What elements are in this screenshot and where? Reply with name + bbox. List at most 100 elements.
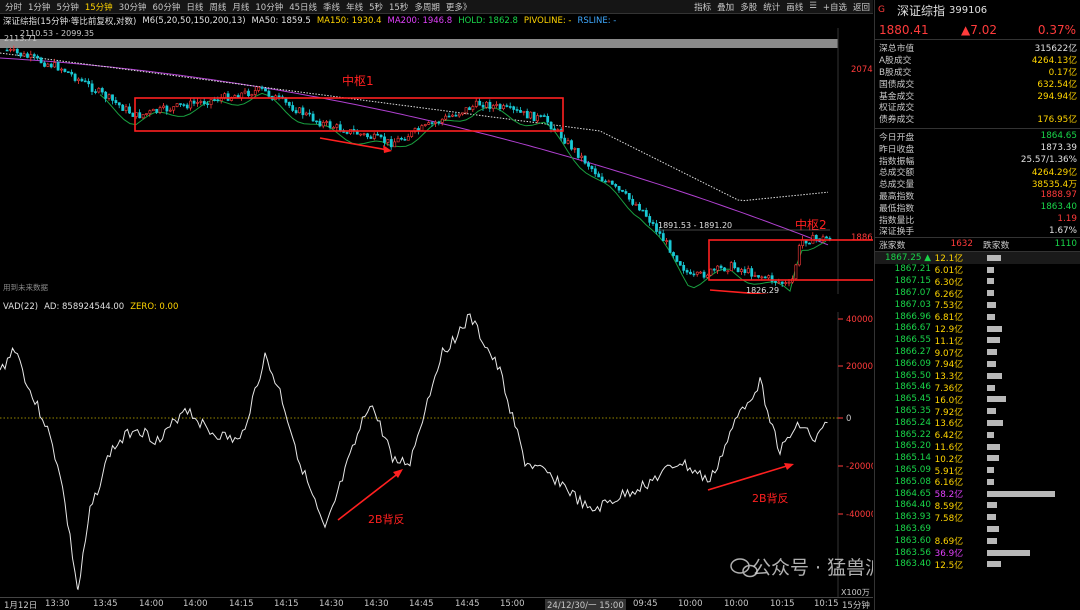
tick-row[interactable]: 1863.56 36.9亿 bbox=[875, 547, 1080, 559]
tick-row[interactable]: 1867.03 7.53亿 bbox=[875, 299, 1080, 311]
tool-button-3[interactable]: 统计 bbox=[760, 1, 783, 13]
period-tab-9[interactable]: 10分钟 bbox=[252, 1, 286, 13]
tick-row[interactable]: 1866.27 9.07亿 bbox=[875, 346, 1080, 359]
candle-body bbox=[209, 99, 213, 105]
tick-row[interactable]: 1867.25 ▲ 12.1亿 bbox=[875, 251, 1080, 264]
tick-row[interactable]: 1866.96 6.81亿 bbox=[875, 311, 1080, 323]
candle-body bbox=[386, 139, 390, 143]
tick-row[interactable]: 1866.55 11.1亿 bbox=[875, 334, 1080, 347]
candle-body bbox=[682, 264, 686, 271]
period-toolbar: 分时 1分钟 5分钟 15分钟 30分钟 60分钟 日线 周线 月线 10分钟 45日线 季线 年线 5秒… bbox=[0, 0, 873, 14]
tick-volume-bar bbox=[987, 502, 997, 509]
period-tab-11[interactable]: 季线 bbox=[320, 1, 343, 13]
candle-body bbox=[250, 94, 254, 97]
tick-row[interactable]: 1863.60 8.69亿 bbox=[875, 535, 1080, 547]
vad-chart[interactable]: 40000200000-20000-40000 X100万 2B背反 2B背反 … bbox=[0, 312, 873, 597]
stat-row: 最高指数 1888.97 bbox=[875, 190, 1080, 202]
tick-list[interactable]: 1867.25 ▲ 12.1亿 1867.21 6.01亿 1867.15 6.30亿 18… bbox=[875, 250, 1080, 571]
tick-row[interactable]: 1865.45 16.0亿 bbox=[875, 393, 1080, 406]
candle-body bbox=[291, 105, 295, 111]
period-tab-5[interactable]: 60分钟 bbox=[150, 1, 184, 13]
candle-body bbox=[60, 68, 63, 71]
vad-axis-ticks: 40000 20000 0 -20000 -40000 bbox=[838, 315, 873, 520]
tool-button-5[interactable]: ☰ bbox=[806, 1, 820, 13]
tick-row[interactable]: 1865.08 6.16亿 bbox=[875, 476, 1080, 488]
tick-volume-bar bbox=[987, 443, 1000, 450]
period-tab-8[interactable]: 月线 bbox=[229, 1, 252, 13]
tick-row[interactable]: 1867.21 6.01亿 bbox=[875, 264, 1080, 276]
zhongshu-1-label: 中枢1 bbox=[342, 73, 374, 88]
period-tab-12[interactable]: 年线 bbox=[343, 1, 366, 13]
period-tab-4[interactable]: 30分钟 bbox=[116, 1, 150, 13]
stat-value: 1.19 bbox=[1057, 214, 1077, 225]
period-tab-6[interactable]: 日线 bbox=[183, 1, 206, 13]
pivoline-label: PIVOLINE: - bbox=[523, 15, 572, 26]
tick-row[interactable]: 1864.40 8.59亿 bbox=[875, 499, 1080, 512]
candle-body bbox=[43, 62, 46, 67]
candle-body bbox=[172, 106, 176, 111]
tick-row[interactable]: 1865.50 13.3亿 bbox=[875, 370, 1080, 382]
tick-row[interactable]: 1866.09 7.94亿 bbox=[875, 358, 1080, 370]
tick-row[interactable]: 1865.24 13.6亿 bbox=[875, 417, 1080, 429]
stat-row: A股成交 4264.13亿 bbox=[875, 54, 1080, 66]
candle-body bbox=[155, 108, 159, 113]
stat-row: 总成交额 4264.29亿 bbox=[875, 166, 1080, 178]
tool-button-7[interactable]: 返回 bbox=[850, 1, 873, 13]
candle-body bbox=[529, 111, 533, 119]
period-tab-14[interactable]: 15秒 bbox=[386, 1, 411, 13]
candle-body bbox=[138, 112, 142, 119]
tick-row[interactable]: 1864.65 58.2亿 bbox=[875, 488, 1080, 500]
period-tab-7[interactable]: 周线 bbox=[206, 1, 229, 13]
tool-button-2[interactable]: 多股 bbox=[737, 1, 760, 13]
tool-button-1[interactable]: 叠加 bbox=[714, 1, 737, 13]
indicator-legend: 深证综指(15分钟·等比前复权,对数) M6(5,20,50,150,200,1… bbox=[0, 14, 873, 27]
period-tab-16[interactable]: 更多》 bbox=[443, 1, 475, 13]
period-tab-15[interactable]: 多周期 bbox=[411, 1, 443, 13]
candle-body bbox=[583, 155, 587, 164]
tick-row[interactable]: 1866.67 12.9亿 bbox=[875, 323, 1080, 335]
candle-body bbox=[223, 93, 227, 98]
tick-price: 1865.35 bbox=[894, 406, 931, 416]
candle-body bbox=[437, 121, 441, 124]
vad-arrow-head-2 bbox=[784, 463, 794, 470]
candle-body bbox=[158, 107, 162, 113]
period-tab-0[interactable]: 分时 bbox=[2, 1, 25, 13]
time-label: 10:00 bbox=[724, 599, 749, 609]
candle-body bbox=[457, 113, 461, 117]
period-tab-13[interactable]: 5秒 bbox=[366, 1, 386, 13]
tool-button-0[interactable]: 指标 bbox=[691, 1, 714, 13]
tick-row[interactable]: 1865.22 6.42亿 bbox=[875, 429, 1080, 441]
tick-row[interactable]: 1867.15 6.30亿 bbox=[875, 275, 1080, 288]
candle-body bbox=[440, 118, 444, 123]
candle-body bbox=[294, 110, 298, 114]
tick-row[interactable]: 1865.09 5.91亿 bbox=[875, 464, 1080, 477]
candle-body bbox=[797, 245, 801, 266]
period-tab-1[interactable]: 1分钟 bbox=[25, 1, 53, 13]
tick-row[interactable]: 1863.69 bbox=[875, 523, 1080, 535]
candle-body bbox=[94, 91, 97, 93]
tool-button-4[interactable]: 画线 bbox=[783, 1, 806, 13]
tick-price: 1865.50 bbox=[894, 370, 931, 381]
tick-volume-bar bbox=[987, 549, 1030, 556]
candle-body bbox=[267, 90, 271, 97]
candlestick-chart[interactable]: 2074 1886 2113.71 2110.53 - 2099.35 用到未来… bbox=[0, 28, 873, 294]
period-tab-10[interactable]: 45日线 bbox=[286, 1, 320, 13]
tick-row[interactable]: 1867.07 6.26亿 bbox=[875, 287, 1080, 300]
tick-row[interactable]: 1865.14 10.2亿 bbox=[875, 452, 1080, 465]
candle-body bbox=[634, 203, 638, 206]
tick-row[interactable]: 1865.46 7.36亿 bbox=[875, 382, 1080, 394]
tick-row[interactable]: 1863.93 7.58亿 bbox=[875, 511, 1080, 524]
stat-row: 国债成交 632.54亿 bbox=[875, 77, 1080, 90]
tick-price: 1867.03 bbox=[894, 299, 931, 310]
tool-button-6[interactable]: +自选 bbox=[820, 1, 850, 13]
candle-body bbox=[73, 73, 77, 81]
candles bbox=[5, 45, 832, 287]
period-tab-3[interactable]: 15分钟 bbox=[82, 1, 116, 13]
tick-row[interactable]: 1865.20 11.6亿 bbox=[875, 441, 1080, 453]
candle-body bbox=[570, 140, 573, 150]
tick-row[interactable]: 1865.35 7.92亿 bbox=[875, 405, 1080, 418]
tick-row[interactable]: 1863.40 12.5亿 bbox=[875, 558, 1080, 571]
period-tab-2[interactable]: 5分钟 bbox=[53, 1, 81, 13]
candle-body bbox=[590, 166, 594, 170]
candle-body bbox=[372, 133, 376, 139]
